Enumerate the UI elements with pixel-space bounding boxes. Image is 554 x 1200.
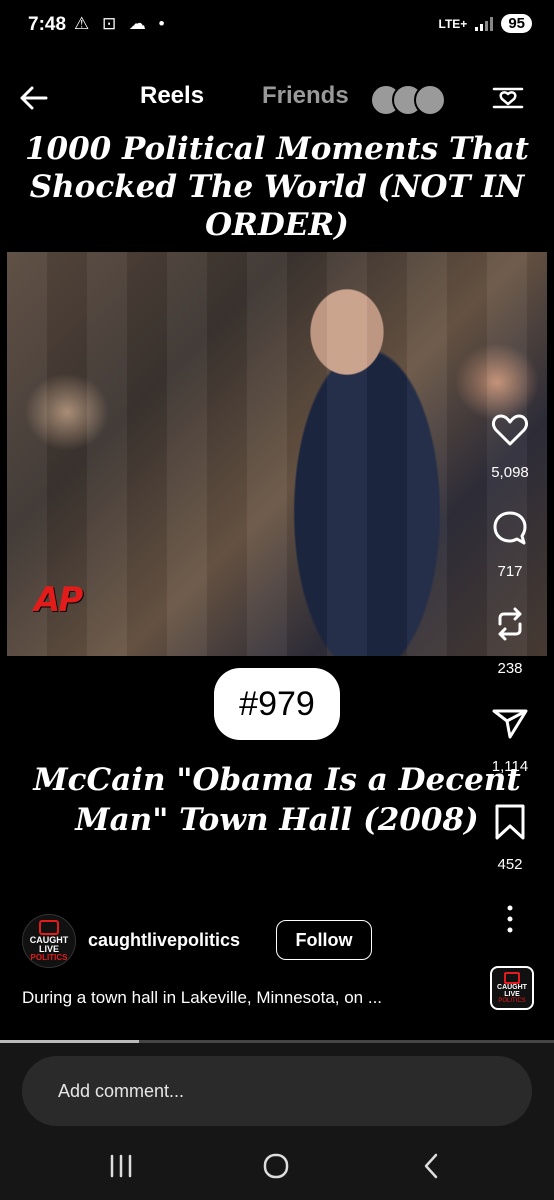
audio-thumbnail[interactable]: CAUGHT LIVE POLITICS [490,966,534,1010]
signal-icon [475,16,494,31]
recent-apps-icon[interactable] [103,1150,139,1182]
audio-thumb-text-1: CAUGHT [497,984,527,991]
repost-count: 238 [497,660,523,677]
avatar-text-3: POLITICS [30,953,68,962]
friend-avatars-stack[interactable] [370,84,446,116]
account-avatar[interactable]: CAUGHT LIVE POLITICS [22,914,76,968]
reel-caption-title: McCain "Obama Is a Decent Man" Town Hall… [33,762,521,838]
audio-thumb-text-2: LIVE [504,991,520,998]
comment-bubble-icon[interactable] [490,508,530,548]
tv-icon [504,972,520,984]
save-count: 452 [497,856,523,873]
filter-sliders-icon[interactable] [490,80,526,116]
back-arrow-icon[interactable] [16,80,52,116]
reel-video[interactable] [7,252,547,656]
repost-icon[interactable] [490,604,530,644]
battery-badge: 95 [501,14,532,33]
home-icon[interactable] [258,1150,294,1182]
share-send-icon[interactable] [490,703,530,743]
status-notification-icons: ⚠ ⊡ ☁ • [74,14,169,33]
like-heart-icon[interactable] [490,410,530,450]
tab-friends[interactable]: Friends [262,82,349,110]
account-username[interactable]: caughtlivepolitics [88,930,240,951]
network-label: LTE+ [438,16,468,31]
follow-button[interactable]: Follow [276,920,372,960]
status-time: 7:48 [28,14,67,35]
episode-badge: #979 [214,668,340,740]
more-options-icon[interactable] [500,904,520,934]
ap-watermark-logo: AP [34,580,83,620]
save-bookmark-icon[interactable] [490,802,530,842]
add-comment-input[interactable]: Add comment... [22,1056,532,1126]
share-count: 1,114 [491,758,529,775]
tv-icon [39,920,59,935]
comment-count: 717 [497,563,523,580]
status-right-group: LTE+ 95 [439,14,532,33]
like-count: 5,098 [491,464,529,481]
audio-thumb-text-3: POLITICS [498,998,526,1004]
back-nav-icon[interactable] [414,1150,450,1182]
tab-reels[interactable]: Reels [140,82,204,110]
reel-overlay-title: 1000 Political Moments That Shocked The … [24,131,530,243]
reel-description[interactable]: During a town hall in Lakeville, Minneso… [22,988,382,1008]
